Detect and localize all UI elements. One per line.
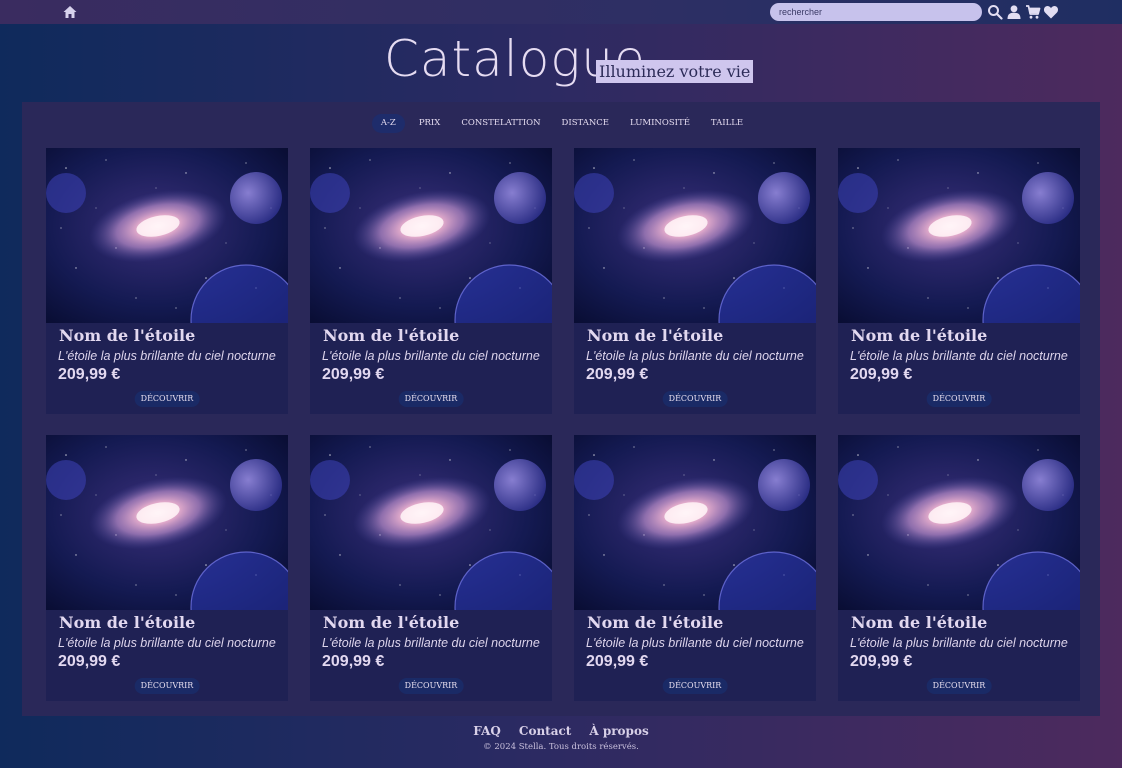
product-card: Nom de l'étoile L'étoile la plus brillan… [574,148,816,414]
product-image[interactable] [574,148,816,323]
product-description: L'étoile la plus brillante du ciel noctu… [850,636,1068,650]
catalogue-panel: A-Z PRIX CONSTELATTION DISTANCE LUMINOSI… [22,102,1100,716]
product-card: Nom de l'étoile L'étoile la plus brillan… [574,435,816,701]
top-bar [0,0,1122,24]
discover-button[interactable]: DÉCOUVRIR [926,391,992,407]
product-price: 209,99 € [586,653,649,670]
discover-button[interactable]: DÉCOUVRIR [134,391,200,407]
discover-button[interactable]: DÉCOUVRIR [398,678,464,694]
heart-icon[interactable] [1043,4,1059,20]
product-price: 209,99 € [58,366,121,383]
footer-link-contact[interactable]: Contact [519,724,571,738]
filter-luminosite[interactable]: LUMINOSITÉ [623,114,697,133]
product-image[interactable] [46,148,288,323]
product-card: Nom de l'étoile L'étoile la plus brillan… [46,435,288,701]
discover-button[interactable]: DÉCOUVRIR [662,391,728,407]
product-description: L'étoile la plus brillante du ciel noctu… [322,349,540,363]
product-card: Nom de l'étoile L'étoile la plus brillan… [838,148,1080,414]
product-name: Nom de l'étoile [587,613,724,632]
discover-button[interactable]: DÉCOUVRIR [134,678,200,694]
footer-link-faq[interactable]: FAQ [473,724,501,738]
product-description: L'étoile la plus brillante du ciel noctu… [850,349,1068,363]
discover-button[interactable]: DÉCOUVRIR [662,678,728,694]
product-description: L'étoile la plus brillante du ciel noctu… [586,349,804,363]
cart-icon[interactable] [1025,4,1041,20]
filter-constellation[interactable]: CONSTELATTION [454,114,547,133]
product-image[interactable] [838,435,1080,610]
product-description: L'étoile la plus brillante du ciel noctu… [322,636,540,650]
product-description: L'étoile la plus brillante du ciel noctu… [586,636,804,650]
product-card: Nom de l'étoile L'étoile la plus brillan… [310,148,552,414]
product-card: Nom de l'étoile L'étoile la plus brillan… [838,435,1080,701]
product-name: Nom de l'étoile [851,326,988,345]
filter-a-z[interactable]: A-Z [371,114,405,133]
product-image[interactable] [310,148,552,323]
product-price: 209,99 € [322,366,385,383]
product-price: 209,99 € [586,366,649,383]
footer-nav: FAQ Contact À propos [0,724,1122,738]
search-icon[interactable] [987,4,1003,20]
product-price: 209,99 € [850,653,913,670]
product-image[interactable] [46,435,288,610]
product-grid: Nom de l'étoile L'étoile la plus brillan… [46,148,1081,701]
product-name: Nom de l'étoile [59,613,196,632]
product-price: 209,99 € [322,653,385,670]
search-input[interactable] [770,3,982,21]
product-name: Nom de l'étoile [587,326,724,345]
home-icon[interactable] [62,4,78,20]
product-name: Nom de l'étoile [323,613,460,632]
copyright: © 2024 Stella. Tous droits réservés. [483,742,639,752]
product-description: L'étoile la plus brillante du ciel noctu… [58,349,276,363]
product-image[interactable] [574,435,816,610]
discover-button[interactable]: DÉCOUVRIR [398,391,464,407]
product-price: 209,99 € [850,366,913,383]
filter-distance[interactable]: DISTANCE [555,114,617,133]
discover-button[interactable]: DÉCOUVRIR [926,678,992,694]
product-image[interactable] [838,148,1080,323]
page-subtitle: Illuminez votre vie [596,60,754,83]
product-name: Nom de l'étoile [59,326,196,345]
footer-link-about[interactable]: À propos [589,724,648,738]
filter-prix[interactable]: PRIX [412,114,448,133]
product-card: Nom de l'étoile L'étoile la plus brillan… [46,148,288,414]
product-price: 209,99 € [58,653,121,670]
user-icon[interactable] [1006,4,1022,20]
product-card: Nom de l'étoile L'étoile la plus brillan… [310,435,552,701]
product-description: L'étoile la plus brillante du ciel noctu… [58,636,276,650]
product-image[interactable] [310,435,552,610]
product-name: Nom de l'étoile [851,613,988,632]
filter-taille[interactable]: TAILLE [704,114,750,133]
product-name: Nom de l'étoile [323,326,460,345]
filter-bar: A-Z PRIX CONSTELATTION DISTANCE LUMINOSI… [22,114,1100,133]
